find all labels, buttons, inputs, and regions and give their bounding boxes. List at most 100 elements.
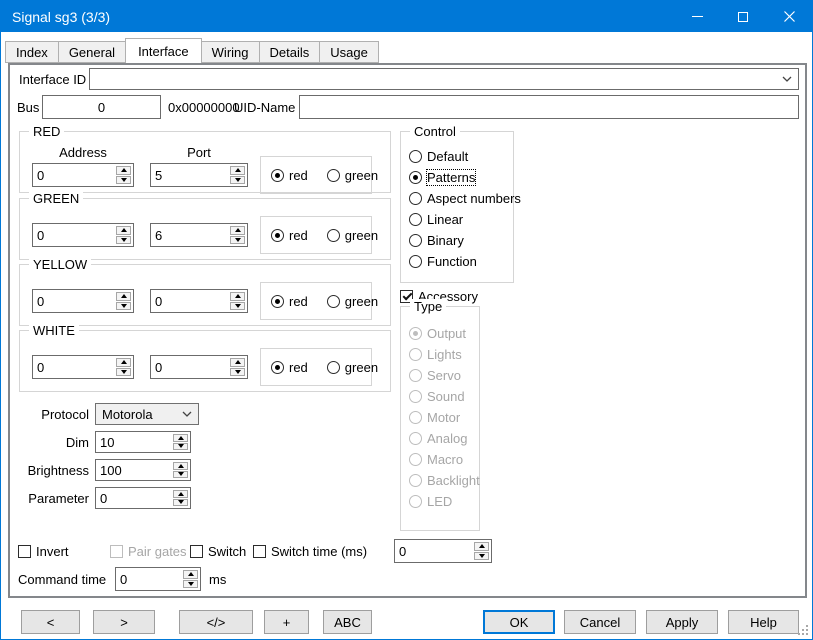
switch-time-checkbox[interactable]: Switch time (ms) bbox=[253, 544, 367, 559]
radio-control-default[interactable]: Default bbox=[409, 149, 513, 164]
cancel-button[interactable]: Cancel bbox=[564, 610, 636, 634]
radio-type-servo: Servo bbox=[409, 368, 479, 383]
white-address-spinbox bbox=[32, 355, 134, 379]
radio-icon bbox=[409, 234, 422, 247]
spin-up-button[interactable] bbox=[116, 358, 131, 367]
radio-icon bbox=[409, 255, 422, 268]
arrow-up-icon bbox=[235, 360, 241, 364]
spin-up-button[interactable] bbox=[183, 570, 198, 579]
green-aspect-green-radio[interactable]: green bbox=[327, 228, 378, 243]
maximize-button[interactable] bbox=[720, 1, 766, 32]
yellow-aspect-red-radio[interactable]: red bbox=[271, 294, 308, 309]
radio-type-sound: Sound bbox=[409, 389, 479, 404]
spin-up-button[interactable] bbox=[173, 434, 188, 442]
spin-buttons bbox=[116, 358, 131, 376]
spin-down-button[interactable] bbox=[116, 302, 131, 311]
radio-control-patterns[interactable]: Patterns bbox=[409, 170, 513, 185]
spin-down-button[interactable] bbox=[116, 368, 131, 377]
spin-down-button[interactable] bbox=[173, 499, 188, 507]
tab-usage[interactable]: Usage bbox=[319, 41, 379, 63]
radio-label: red bbox=[289, 294, 308, 309]
radio-control-linear[interactable]: Linear bbox=[409, 212, 513, 227]
spin-down-button[interactable] bbox=[116, 236, 131, 245]
spin-up-button[interactable] bbox=[230, 292, 245, 301]
spin-down-button[interactable] bbox=[173, 443, 188, 451]
spin-buttons bbox=[173, 462, 188, 478]
yellow-address-spinbox bbox=[32, 289, 134, 313]
tab-index[interactable]: Index bbox=[5, 41, 59, 63]
add-button[interactable]: + bbox=[264, 610, 309, 634]
spin-up-button[interactable] bbox=[116, 166, 131, 175]
spin-up-button[interactable] bbox=[116, 292, 131, 301]
spin-down-button[interactable] bbox=[173, 471, 188, 479]
spin-buttons bbox=[230, 358, 245, 376]
arrow-up-icon bbox=[235, 168, 241, 172]
spin-down-button[interactable] bbox=[230, 302, 245, 311]
white-aspect-red-radio[interactable]: red bbox=[271, 360, 308, 375]
help-button[interactable]: Help bbox=[728, 610, 799, 634]
ok-button[interactable]: OK bbox=[483, 610, 555, 634]
radio-control-function[interactable]: Function bbox=[409, 254, 513, 269]
tab-general[interactable]: General bbox=[58, 41, 126, 63]
spin-down-button[interactable] bbox=[230, 368, 245, 377]
spin-down-button[interactable] bbox=[474, 552, 489, 561]
checkbox-icon bbox=[253, 545, 266, 558]
switch-checkbox[interactable]: Switch bbox=[190, 544, 246, 559]
red-aspect-red-radio[interactable]: red bbox=[271, 168, 308, 183]
radio-type-lights: Lights bbox=[409, 347, 479, 362]
spin-up-button[interactable] bbox=[173, 462, 188, 470]
interface-id-combobox[interactable] bbox=[89, 68, 799, 90]
radio-label: Linear bbox=[427, 212, 463, 227]
radio-label: green bbox=[345, 168, 378, 183]
radio-type-led: LED bbox=[409, 494, 479, 509]
tab-details[interactable]: Details bbox=[259, 41, 321, 63]
spin-up-button[interactable] bbox=[474, 542, 489, 551]
spin-down-button[interactable] bbox=[183, 580, 198, 589]
spin-buttons bbox=[230, 166, 245, 184]
tab-label: Interface bbox=[138, 44, 189, 59]
spin-down-button[interactable] bbox=[230, 236, 245, 245]
white-aspect-green-radio[interactable]: green bbox=[327, 360, 378, 375]
tab-label: Wiring bbox=[212, 45, 249, 60]
bus-field[interactable] bbox=[42, 95, 161, 119]
bus-input[interactable] bbox=[43, 96, 160, 118]
arrow-up-icon bbox=[235, 294, 241, 298]
spin-up-button[interactable] bbox=[116, 226, 131, 235]
radio-label: red bbox=[289, 228, 308, 243]
chevron-down-icon bbox=[182, 411, 192, 417]
spin-up-button[interactable] bbox=[230, 166, 245, 175]
nav-code-button[interactable]: </> bbox=[179, 610, 253, 634]
radio-control-binary[interactable]: Binary bbox=[409, 233, 513, 248]
spin-down-button[interactable] bbox=[230, 176, 245, 185]
uid-name-input[interactable] bbox=[300, 96, 798, 118]
radio-label: Lights bbox=[427, 347, 462, 362]
nav-next-button[interactable]: > bbox=[93, 610, 155, 634]
chevron-down-icon[interactable] bbox=[782, 76, 792, 82]
apply-button[interactable]: Apply bbox=[646, 610, 718, 634]
green-aspect-red-radio[interactable]: red bbox=[271, 228, 308, 243]
resize-grip[interactable] bbox=[806, 633, 808, 635]
invert-checkbox[interactable]: Invert bbox=[18, 544, 69, 559]
abc-button[interactable]: ABC bbox=[323, 610, 372, 634]
radio-label: Servo bbox=[427, 368, 461, 383]
arrow-down-icon bbox=[479, 554, 485, 558]
uid-name-field[interactable] bbox=[299, 95, 799, 119]
spin-up-button[interactable] bbox=[230, 226, 245, 235]
spin-up-button[interactable] bbox=[173, 490, 188, 498]
tab-wiring[interactable]: Wiring bbox=[201, 41, 260, 63]
nav-prev-button[interactable]: < bbox=[21, 610, 80, 634]
spin-up-button[interactable] bbox=[230, 358, 245, 367]
radio-icon bbox=[271, 169, 284, 182]
address-column-header: Address bbox=[32, 145, 134, 160]
protocol-combobox[interactable]: Motorola bbox=[95, 403, 199, 425]
red-aspect-green-radio[interactable]: green bbox=[327, 168, 378, 183]
radio-control-aspect-numbers[interactable]: Aspect numbers bbox=[409, 191, 513, 206]
spin-down-button[interactable] bbox=[116, 176, 131, 185]
tab-interface[interactable]: Interface bbox=[125, 38, 202, 63]
close-button[interactable] bbox=[766, 1, 812, 32]
interface-id-input[interactable] bbox=[90, 69, 798, 89]
arrow-down-icon bbox=[121, 370, 127, 374]
yellow-aspect-green-radio[interactable]: green bbox=[327, 294, 378, 309]
minimize-button[interactable] bbox=[674, 1, 720, 32]
parameter-label: Parameter bbox=[15, 486, 89, 510]
